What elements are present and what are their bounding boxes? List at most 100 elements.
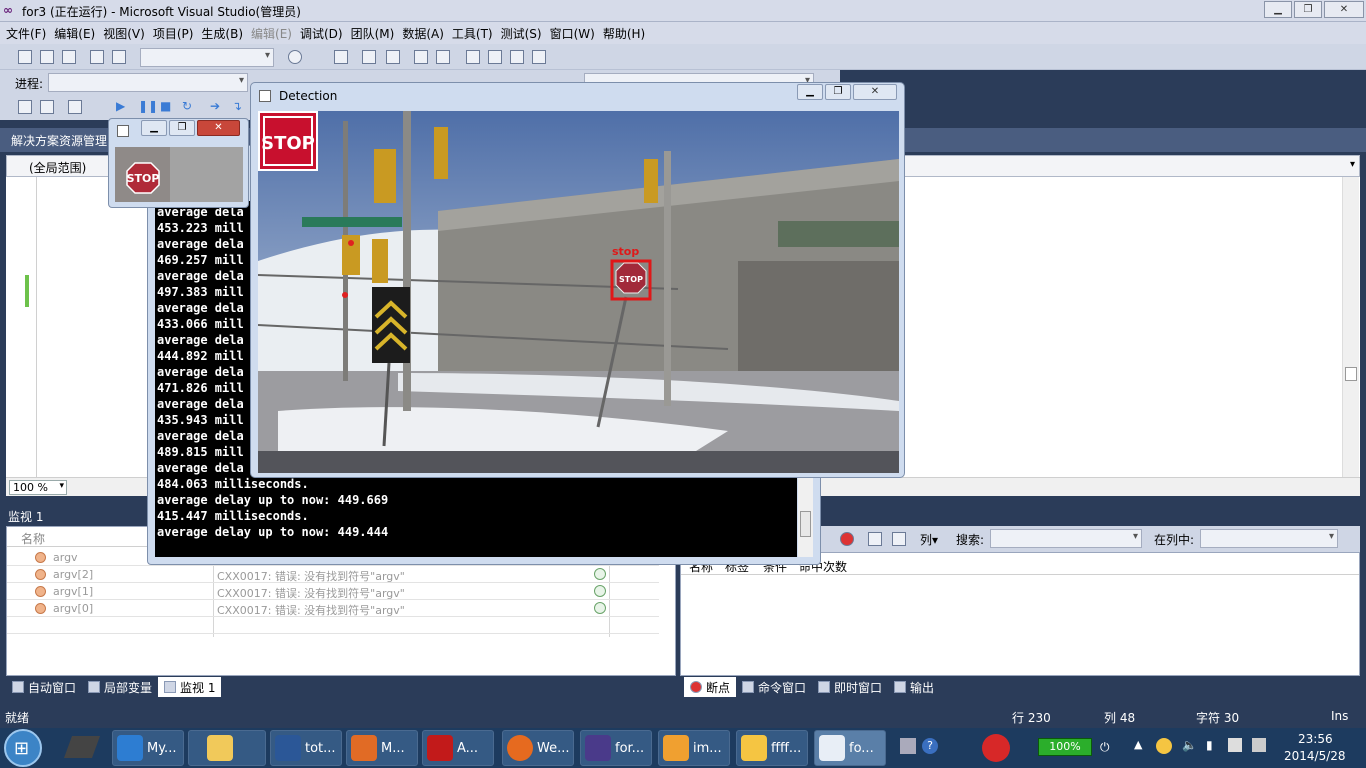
detection-maximize-button[interactable]: ❐ bbox=[825, 84, 851, 100]
detection-close-button[interactable]: ✕ bbox=[853, 84, 897, 100]
scroll-thumb[interactable] bbox=[1345, 367, 1357, 381]
comment-icon[interactable] bbox=[18, 50, 32, 64]
maximize-button[interactable]: ❐ bbox=[1294, 1, 1322, 18]
preview-close-button[interactable]: ✕ bbox=[197, 120, 240, 136]
find-icon[interactable] bbox=[334, 50, 348, 64]
restart-icon[interactable]: ↻ bbox=[182, 99, 192, 113]
tab-autos[interactable]: 自动窗口 bbox=[6, 677, 82, 697]
toolbox-icon[interactable] bbox=[510, 50, 524, 64]
taskbar-acrobat[interactable]: A... bbox=[422, 730, 494, 766]
taskbar-word[interactable]: tot... bbox=[270, 730, 342, 766]
delete-breakpoint-icon[interactable] bbox=[840, 532, 854, 546]
battery-indicator[interactable]: 100% bbox=[1038, 738, 1092, 756]
menu-edit[interactable]: 编辑(E) bbox=[50, 25, 99, 42]
close-button[interactable]: ✕ bbox=[1324, 1, 1364, 18]
columns-button[interactable]: 列▾ bbox=[920, 531, 938, 548]
tab-output[interactable]: 输出 bbox=[888, 677, 940, 697]
menu-file[interactable]: 文件(F) bbox=[2, 25, 50, 42]
menu-view[interactable]: 视图(V) bbox=[99, 25, 149, 42]
menu-debug[interactable]: 调试(D) bbox=[296, 25, 347, 42]
taskbar-qq[interactable]: ffff... bbox=[736, 730, 808, 766]
outdent-icon[interactable] bbox=[62, 50, 76, 64]
clock-date[interactable]: 2014/5/28 bbox=[1284, 749, 1346, 763]
preview-maximize-button[interactable]: ❐ bbox=[169, 120, 195, 136]
options-icon[interactable] bbox=[532, 50, 546, 64]
detection-window[interactable]: Detection ▁ ❐ ✕ STOP stop STOP bbox=[250, 82, 905, 478]
breakpoint-window-icon[interactable] bbox=[68, 100, 82, 114]
pinned-app-icon[interactable] bbox=[54, 732, 108, 764]
taskbar-ie[interactable]: My... bbox=[112, 730, 184, 766]
config-combo[interactable] bbox=[140, 48, 274, 67]
network-icon[interactable]: ▮ bbox=[1206, 738, 1213, 752]
tab-command[interactable]: 命令窗口 bbox=[736, 677, 812, 697]
qq-tray-icon[interactable] bbox=[1156, 738, 1172, 754]
step-into-icon[interactable]: ↴ bbox=[232, 99, 242, 113]
preview-window[interactable]: ▁ ❐ ✕ STOP bbox=[108, 118, 249, 208]
watch-row[interactable]: argv[0] CXX0017: 错误: 没有找到符号"argv" bbox=[7, 600, 659, 617]
export-icon[interactable] bbox=[868, 532, 882, 546]
console-scroll-thumb[interactable] bbox=[800, 511, 811, 537]
keyboard-icon[interactable] bbox=[900, 738, 916, 754]
tab-watch1[interactable]: 监视 1 bbox=[158, 677, 222, 697]
menu-help[interactable]: 帮助(H) bbox=[599, 25, 649, 42]
watch-row[interactable]: argv[2] CXX0017: 错误: 没有找到符号"argv" bbox=[7, 566, 659, 583]
taskbar-firefox[interactable]: We... bbox=[502, 730, 574, 766]
registers-icon[interactable] bbox=[40, 100, 54, 114]
menu-build[interactable]: 生成(B) bbox=[197, 25, 247, 42]
process-combo[interactable] bbox=[48, 73, 248, 92]
continue-icon[interactable]: ▶ bbox=[116, 99, 125, 113]
import-icon[interactable] bbox=[892, 532, 906, 546]
watch-row-empty[interactable] bbox=[7, 617, 659, 634]
volume-icon[interactable]: 🔈 bbox=[1182, 738, 1197, 752]
detection-minimize-button[interactable]: ▁ bbox=[797, 84, 823, 100]
tab-breakpoints[interactable]: 断点 bbox=[684, 677, 737, 697]
taskbar-for3[interactable]: fo... bbox=[814, 730, 886, 766]
globe-icon[interactable] bbox=[288, 50, 302, 64]
format-icon[interactable] bbox=[90, 50, 104, 64]
column-combo[interactable] bbox=[1200, 529, 1338, 548]
taskbar-explorer[interactable] bbox=[188, 730, 266, 766]
editor-vertical-scrollbar[interactable] bbox=[1342, 177, 1359, 477]
menu-team[interactable]: 团队(M) bbox=[347, 25, 399, 42]
watch-col-name[interactable]: 名称 bbox=[21, 530, 45, 547]
minimize-button[interactable]: ▁ bbox=[1264, 1, 1292, 18]
usb-icon[interactable] bbox=[1252, 738, 1266, 752]
refresh-icon[interactable] bbox=[594, 568, 606, 580]
wrap-icon[interactable] bbox=[112, 50, 126, 64]
scope-dropdown-icon[interactable]: ▾ bbox=[1350, 159, 1355, 170]
search-combo[interactable] bbox=[990, 529, 1142, 548]
taskbar-image-viewer[interactable]: im... bbox=[658, 730, 730, 766]
tab-locals[interactable]: 局部变量 bbox=[82, 677, 158, 697]
stop-icon[interactable]: ■ bbox=[160, 99, 171, 113]
taskbar-matlab[interactable]: M... bbox=[346, 730, 418, 766]
taskbar-visual-studio[interactable]: for... bbox=[580, 730, 652, 766]
window-icon[interactable] bbox=[414, 50, 428, 64]
zoom-combo[interactable]: 100 % ▾ bbox=[9, 480, 67, 495]
menu-project[interactable]: 项目(P) bbox=[149, 25, 198, 42]
action-center-icon[interactable] bbox=[1228, 738, 1242, 752]
menu-data[interactable]: 数据(A) bbox=[398, 25, 448, 42]
tab-immediate[interactable]: 即时窗口 bbox=[812, 677, 888, 697]
menu-window[interactable]: 窗口(W) bbox=[546, 25, 599, 42]
tray-expand-icon[interactable]: ▲ bbox=[1134, 738, 1142, 751]
preview-minimize-button[interactable]: ▁ bbox=[141, 120, 167, 136]
watch-row[interactable]: argv[1] CXX0017: 错误: 没有找到符号"argv" bbox=[7, 583, 659, 600]
bookmark-icon[interactable] bbox=[362, 50, 376, 64]
menu-test[interactable]: 测试(S) bbox=[497, 25, 546, 42]
properties-icon[interactable] bbox=[466, 50, 480, 64]
clock-time[interactable]: 23:56 bbox=[1298, 732, 1333, 746]
bookmark-next-icon[interactable] bbox=[386, 50, 400, 64]
menu-tools[interactable]: 工具(T) bbox=[448, 25, 497, 42]
pause-icon[interactable]: ❚❚ bbox=[138, 99, 158, 113]
window-list-icon[interactable] bbox=[436, 50, 450, 64]
memory-icon[interactable] bbox=[18, 100, 32, 114]
step-over-icon[interactable]: ➔ bbox=[210, 99, 220, 113]
security-app-icon[interactable] bbox=[982, 734, 1010, 762]
help-icon[interactable]: ? bbox=[922, 738, 938, 754]
power-plug-icon[interactable]: ⏻ bbox=[1100, 740, 1116, 754]
indent-icon[interactable] bbox=[40, 50, 54, 64]
explorer-icon[interactable] bbox=[488, 50, 502, 64]
start-button[interactable]: ⊞ bbox=[4, 729, 42, 767]
refresh-icon[interactable] bbox=[594, 585, 606, 597]
refresh-icon[interactable] bbox=[594, 602, 606, 614]
